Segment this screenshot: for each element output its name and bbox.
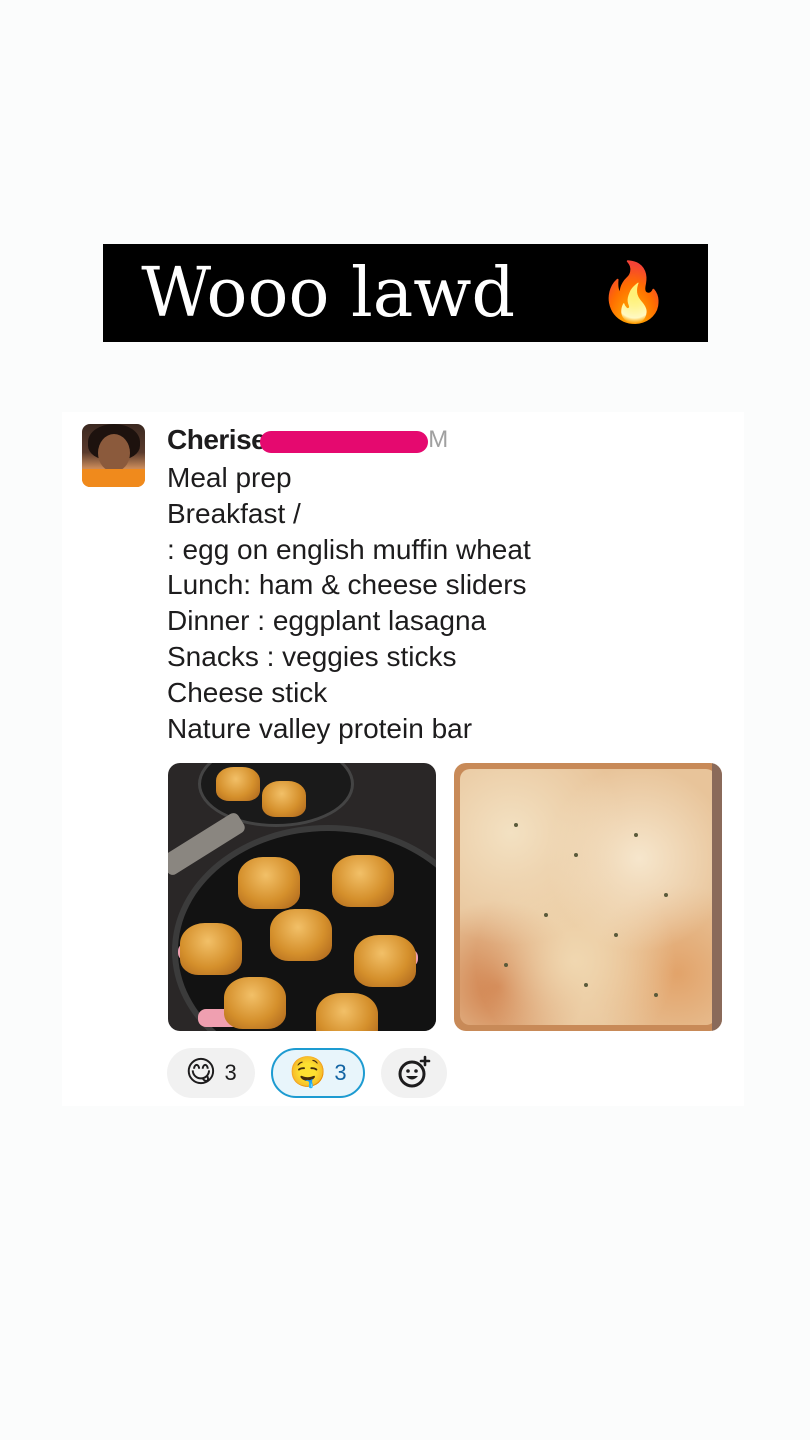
herb-speck	[584, 983, 588, 987]
message-header: Cherise M	[167, 422, 448, 458]
lasagna-cheese	[460, 769, 716, 1025]
slider-bun	[180, 923, 242, 975]
herb-speck	[634, 833, 638, 837]
fire-emoji: 🔥	[597, 260, 670, 325]
add-reaction-icon	[398, 1055, 430, 1088]
herb-speck	[514, 823, 518, 827]
lasagna-photo[interactable]	[454, 763, 722, 1031]
message-body: Meal prep Breakfast / : egg on english m…	[167, 460, 727, 746]
add-reaction-button[interactable]	[380, 1048, 447, 1098]
herb-speck	[614, 933, 618, 937]
slider-bun	[238, 857, 300, 909]
slider-bun	[354, 935, 416, 987]
yum-face-emoji: 😋	[185, 1056, 217, 1089]
herb-speck	[654, 993, 658, 997]
sliders-photo[interactable]	[168, 763, 436, 1031]
baking-tray-edge	[712, 763, 722, 1031]
herb-speck	[504, 963, 508, 967]
reaction-yum-button[interactable]: 😋 3	[167, 1048, 255, 1098]
grinning-face-emoji: 😀	[533, 260, 594, 325]
message-line: Meal prep	[167, 462, 292, 493]
slider-bun	[332, 855, 394, 907]
slider-bun	[270, 909, 332, 961]
message-line: Nature valley protein bar	[167, 712, 473, 744]
avatar-face	[98, 434, 130, 472]
herb-speck	[574, 853, 578, 857]
message-line: Breakfast /	[167, 497, 301, 529]
herb-speck	[664, 893, 668, 897]
message-line: Snacks : veggies sticks	[167, 640, 457, 672]
message-line: Cheese stick	[167, 676, 328, 708]
avatar-shirt	[82, 469, 145, 487]
reaction-count: 3	[334, 1060, 347, 1085]
story-caption-text: Wooo lawd	[141, 253, 516, 333]
reactions-bar: 😋 3 🤤 3	[167, 1048, 447, 1098]
timestamp[interactable]: M	[428, 426, 448, 454]
avatar[interactable]	[82, 424, 145, 487]
message-card: Cherise M Meal prep Breakfast / : egg on…	[62, 412, 744, 1106]
drooling-face-emoji: 🤤	[289, 1056, 327, 1089]
herb-speck	[544, 913, 548, 917]
reaction-count: 3	[224, 1060, 237, 1085]
redaction-scribble	[260, 431, 429, 453]
message-line: Lunch: ham & cheese sliders	[167, 569, 527, 601]
slider-bun	[262, 781, 306, 817]
story-caption-bar: Wooo lawd 😀 🔥	[103, 244, 708, 342]
author-name[interactable]: Cherise	[167, 424, 267, 456]
reaction-drooling-button[interactable]: 🤤 3	[271, 1048, 365, 1098]
message-line: Dinner : eggplant lasagna	[167, 605, 487, 637]
slider-bun	[316, 993, 378, 1031]
slider-bun	[216, 767, 260, 801]
message-line: : egg on english muffin wheat	[167, 533, 531, 565]
slider-bun	[224, 977, 286, 1029]
